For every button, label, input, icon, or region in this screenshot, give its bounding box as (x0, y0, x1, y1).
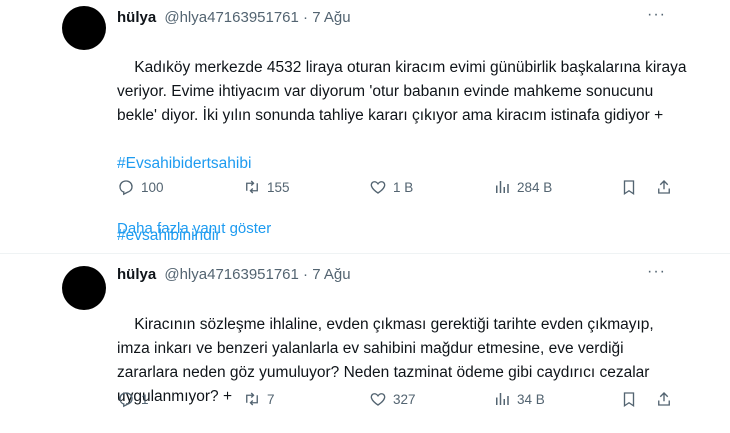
tweet-header: hülya @hlya47163951761 · 7 Ağu (117, 265, 351, 285)
reply-button[interactable]: 100 (117, 178, 164, 196)
views-icon (496, 181, 509, 193)
retweet-icon (246, 392, 258, 406)
views-button[interactable]: 34 B (493, 390, 545, 408)
share-button[interactable] (655, 390, 673, 408)
reply-button[interactable]: 1 (117, 390, 149, 408)
views-count: 284 B (517, 179, 553, 195)
separator-dot: · (303, 9, 309, 26)
tweet-text-container: Kadıköy merkezde 4532 liraya oturan kira… (117, 32, 687, 296)
reply-icon (119, 180, 133, 196)
tweet-header: hülya @hlya47163951761 · 7 Ağu (117, 8, 351, 28)
retweet-count: 7 (267, 391, 275, 407)
bookmark-button[interactable] (620, 178, 638, 196)
reply-count: 100 (141, 179, 164, 195)
share-icon (658, 392, 670, 406)
like-icon (370, 393, 386, 406)
avatar[interactable] (62, 6, 106, 50)
share-icon (658, 180, 670, 194)
tweet-text-container: Kiracının sözleşme ihlaline, evden çıkma… (117, 289, 687, 433)
like-count: 1 B (393, 179, 414, 195)
more-icon[interactable]: ··· (647, 6, 666, 24)
views-count: 34 B (517, 391, 545, 407)
tweet-actions: 1 7 327 34 B (117, 390, 677, 410)
retweet-button[interactable]: 155 (243, 178, 290, 196)
tweet-date[interactable]: 7 Ağu (312, 9, 350, 26)
avatar[interactable] (62, 266, 106, 310)
divider (0, 253, 730, 254)
like-icon (370, 181, 386, 194)
bookmark-button[interactable] (620, 390, 638, 408)
reply-count: 1 (141, 391, 149, 407)
like-button[interactable]: 1 B (369, 178, 413, 196)
bookmark-icon (623, 180, 635, 196)
tweet-text: Kadıköy merkezde 4532 liraya oturan kira… (117, 59, 691, 124)
like-count: 327 (393, 391, 416, 407)
more-icon[interactable]: ··· (647, 263, 666, 281)
retweet-icon (246, 180, 258, 194)
tweet-actions: 100 155 1 B 284 B (117, 178, 677, 198)
author-handle[interactable]: @hlya47163951761 (164, 9, 299, 26)
hashtag-link[interactable]: #Evsahibidertsahibi (117, 152, 687, 176)
bookmark-icon (623, 392, 635, 408)
retweet-button[interactable]: 7 (243, 390, 275, 408)
author-name[interactable]: hülya (117, 9, 156, 26)
separator-dot: · (303, 266, 309, 283)
share-button[interactable] (655, 178, 673, 196)
like-button[interactable]: 327 (369, 390, 416, 408)
tweet-date[interactable]: 7 Ağu (312, 266, 350, 283)
show-more-replies-link[interactable]: Daha fazla yanıt göster (117, 220, 271, 237)
retweet-count: 155 (267, 179, 290, 195)
views-icon (496, 393, 509, 405)
views-button[interactable]: 284 B (493, 178, 552, 196)
reply-icon (119, 392, 133, 408)
author-name[interactable]: hülya (117, 266, 156, 283)
author-handle[interactable]: @hlya47163951761 (164, 266, 299, 283)
